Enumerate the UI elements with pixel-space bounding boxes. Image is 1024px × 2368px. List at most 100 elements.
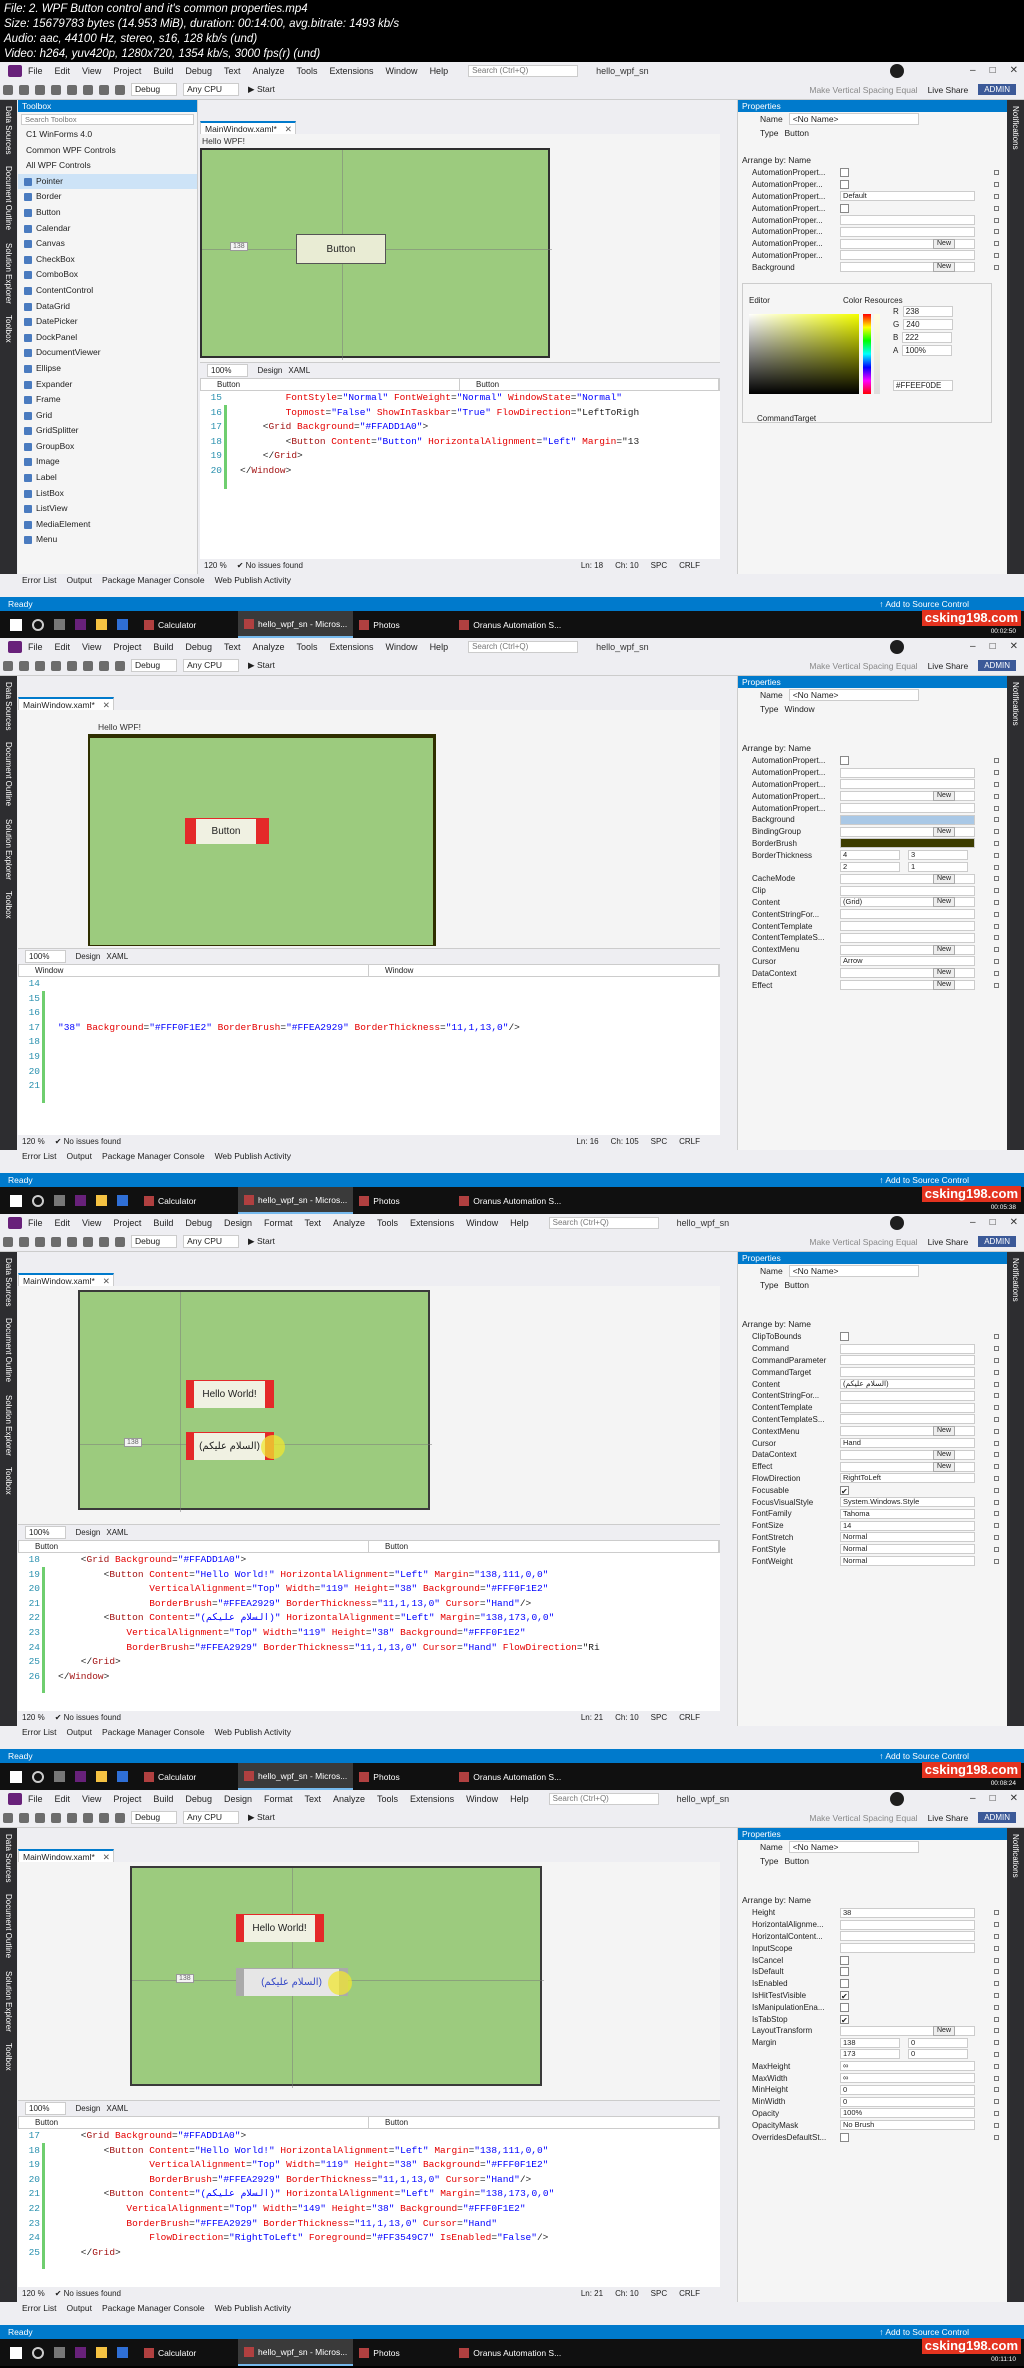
hello-world-button[interactable]: Hello World! xyxy=(186,1380,274,1408)
live-share-button[interactable]: Live Share xyxy=(928,661,969,671)
bottom-tab[interactable]: Output xyxy=(66,1150,92,1163)
bottom-tab[interactable]: Web Publish Activity xyxy=(215,1726,291,1739)
taskbar-app[interactable]: Photos xyxy=(353,2339,453,2366)
property-value-2[interactable]: 0 xyxy=(908,2037,968,2048)
menu-item[interactable]: Debug xyxy=(185,66,212,76)
side-tab[interactable]: Data Sources xyxy=(4,682,13,730)
property-checkbox[interactable] xyxy=(840,1955,849,1965)
property-marker-icon[interactable] xyxy=(994,840,999,846)
toolbox-item[interactable]: ListBox xyxy=(18,486,197,502)
menu-item[interactable]: View xyxy=(82,66,101,76)
property-value[interactable] xyxy=(840,1367,975,1378)
avatar[interactable] xyxy=(890,1216,904,1230)
property-checkbox[interactable] xyxy=(840,1979,849,1989)
menu-item[interactable]: Extensions xyxy=(410,1794,454,1804)
toolbox-item[interactable]: CheckBox xyxy=(18,252,197,268)
toolbox-item[interactable]: DockPanel xyxy=(18,330,197,346)
property-value[interactable] xyxy=(840,215,975,226)
bottom-tab[interactable]: Error List xyxy=(22,1150,56,1163)
design-tab[interactable]: Design xyxy=(257,366,282,375)
toolbar-icon[interactable] xyxy=(83,84,93,95)
bottom-tab[interactable]: Error List xyxy=(22,1726,56,1739)
search-icon[interactable] xyxy=(32,618,44,631)
property-value[interactable]: Tahoma xyxy=(840,1508,975,1519)
toolbar-icon[interactable] xyxy=(83,1236,93,1247)
property-marker-icon[interactable] xyxy=(994,182,999,188)
maximize-icon[interactable]: □ xyxy=(990,1793,996,1804)
new-button[interactable]: New xyxy=(933,826,956,837)
close-icon[interactable]: ✕ xyxy=(1010,65,1018,76)
property-marker-icon[interactable] xyxy=(994,2040,999,2046)
property-value[interactable]: 173 xyxy=(840,2049,900,2060)
bottom-tab[interactable]: Package Manager Console xyxy=(102,1150,205,1163)
property-marker-icon[interactable] xyxy=(994,876,999,882)
taskbar-app[interactable]: Oranus Automation S... xyxy=(453,611,567,638)
property-value[interactable]: Normal xyxy=(840,1544,975,1555)
side-tab[interactable]: Document Outline xyxy=(4,1894,13,1958)
nav-right[interactable]: Button xyxy=(369,2117,719,2128)
toolbar-icon[interactable] xyxy=(51,660,61,671)
new-button[interactable]: New xyxy=(933,873,956,884)
property-marker-icon[interactable] xyxy=(994,1369,999,1375)
property-marker-icon[interactable] xyxy=(994,935,999,941)
menu-item[interactable]: Project xyxy=(113,1794,141,1804)
menu-item[interactable]: View xyxy=(82,642,101,652)
new-button[interactable]: New xyxy=(933,2025,956,2036)
toolbox-item[interactable]: ComboBox xyxy=(18,267,197,283)
toolbar-icon[interactable] xyxy=(3,84,13,95)
toolbox-item[interactable]: All WPF Controls xyxy=(18,158,197,174)
nav-right[interactable]: Button xyxy=(460,379,719,390)
toolbar-icon[interactable] xyxy=(19,660,29,671)
notifications-tab[interactable]: Notifications xyxy=(1011,106,1020,150)
menu-item[interactable]: Tools xyxy=(297,66,318,76)
taskbar-app[interactable]: Calculator xyxy=(138,611,238,638)
edge-icon[interactable] xyxy=(117,619,128,630)
menu-item[interactable]: Analyze xyxy=(252,66,284,76)
edge-icon[interactable] xyxy=(117,2347,128,2358)
bottom-tab[interactable]: Package Manager Console xyxy=(102,1726,205,1739)
close-icon[interactable]: ✕ xyxy=(1010,641,1018,652)
toolbar-icon[interactable] xyxy=(35,1812,45,1823)
xaml-tab[interactable]: XAML xyxy=(106,952,128,961)
property-marker-icon[interactable] xyxy=(994,1464,999,1470)
property-marker-icon[interactable] xyxy=(994,770,999,776)
toolbar-icon[interactable] xyxy=(19,84,29,95)
search-input[interactable]: Search (Ctrl+Q) xyxy=(548,1793,659,1805)
toolbar-icon[interactable] xyxy=(67,1236,77,1247)
new-button[interactable]: New xyxy=(933,1426,956,1437)
toolbox-item[interactable]: DataGrid xyxy=(18,299,197,315)
side-tab[interactable]: Solution Explorer xyxy=(4,1971,13,2032)
toolbox-item[interactable]: Expander xyxy=(18,377,197,393)
property-marker-icon[interactable] xyxy=(994,2134,999,2140)
search-icon[interactable] xyxy=(32,1770,44,1783)
maximize-icon[interactable]: □ xyxy=(990,1217,996,1228)
property-marker-icon[interactable] xyxy=(994,1499,999,1505)
menu-item[interactable]: Window xyxy=(466,1218,498,1228)
toolbox-item[interactable]: Grid xyxy=(18,408,197,424)
toolbox-item[interactable]: Image xyxy=(18,454,197,470)
code-zoom[interactable]: 120 % xyxy=(204,561,227,570)
menu-item[interactable]: Help xyxy=(510,1794,529,1804)
new-button[interactable]: New xyxy=(933,980,956,991)
property-value[interactable]: (السلام عليكم) xyxy=(840,1379,975,1390)
property-marker-icon[interactable] xyxy=(994,1546,999,1552)
add-source-control[interactable]: ↑ Add to Source Control xyxy=(879,1173,969,1187)
toolbar-icon[interactable] xyxy=(35,84,45,95)
minimize-icon[interactable]: – xyxy=(970,1217,976,1228)
property-marker-icon[interactable] xyxy=(994,947,999,953)
xaml-designer[interactable]: 138 Hello World! (السلام عليكم) xyxy=(18,1862,720,2100)
property-marker-icon[interactable] xyxy=(994,888,999,894)
avatar[interactable] xyxy=(890,64,904,78)
property-marker-icon[interactable] xyxy=(994,864,999,870)
taskbar-app[interactable]: Photos xyxy=(353,1187,453,1214)
color-editor[interactable]: Editor Color Resources R 238 G 240 B 222 A 100% #F… xyxy=(742,283,992,424)
notifications-tab[interactable]: Notifications xyxy=(1011,682,1020,726)
toolbar-icon[interactable] xyxy=(115,660,125,671)
platform-dropdown[interactable]: Any CPU xyxy=(183,1811,240,1824)
bottom-tab[interactable]: Web Publish Activity xyxy=(215,1150,291,1163)
bottom-tab[interactable]: Output xyxy=(66,2302,92,2315)
taskbar-app[interactable]: Calculator xyxy=(138,1763,238,1790)
toolbox-item[interactable]: DocumentViewer xyxy=(18,345,197,361)
property-value[interactable] xyxy=(840,1390,975,1401)
property-checkbox[interactable] xyxy=(840,168,849,178)
